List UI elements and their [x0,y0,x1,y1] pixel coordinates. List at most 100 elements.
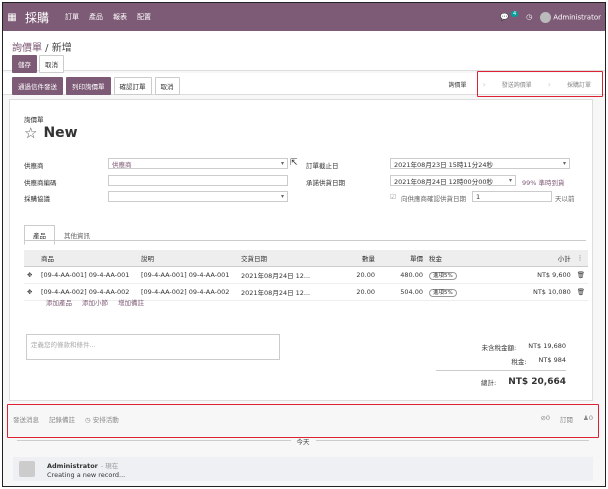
messages-badge: 4 [510,11,519,17]
terms-field[interactable]: 定義您的條款和條件... [26,334,280,360]
ask-confirm-days-value: 1 [476,192,481,201]
drag-handle-icon[interactable]: ✥ [24,283,38,301]
order-deadline-label: 訂單截止日 [306,162,339,170]
receipt-date-value: 2021年08月24日 12時00分00秒 [394,177,493,186]
app-name[interactable]: 採購 [25,9,49,26]
col-price[interactable]: 單價 [378,250,426,267]
ask-confirm-label: 向供應商確認供貨日期 [401,195,466,203]
send-email-button[interactable]: 通過信件發送 [12,77,63,95]
tab-products[interactable]: 產品 [24,225,55,245]
save-button[interactable]: 儲存 [12,55,37,73]
star-icon[interactable]: ☆ [24,124,37,142]
avatar [540,11,552,23]
vendor-value: 供應商 [112,160,132,169]
line-price[interactable]: 480.00 [378,266,426,284]
message-item: Administrator - 現在 Creating a new record.… [13,457,593,481]
trash-icon[interactable]: 🗑 [573,266,588,284]
tax-tag: 進項5% [429,272,457,280]
untaxed-label: 未含稅金額: [481,344,517,352]
line-description[interactable]: [09-4-AA-001] 09-4-AA-001 [138,266,238,284]
line-product[interactable]: [09-4-AA-001] 09-4-AA-001 [38,266,138,284]
control-panel: 詢價單 / 新增 儲存 取消 [3,31,605,73]
col-options-icon[interactable]: ⋮ [573,250,588,267]
message-body: Creating a new record... [47,471,126,479]
confirm-order-button[interactable]: 確認訂單 [113,77,152,95]
col-qty[interactable]: 數量 [324,250,378,267]
line-tax[interactable]: 進項5% [426,266,480,284]
agreement-label: 採購協議 [24,195,50,203]
highlight-box-statusbar [477,71,603,97]
menu-products[interactable]: 產品 [89,12,103,22]
menu-reports[interactable]: 報表 [113,12,127,22]
trash-icon[interactable]: 🗑 [573,283,588,301]
vendor-ref-field[interactable] [108,175,288,186]
avatar [19,461,35,477]
messages-icon[interactable]: 💬 [500,13,509,21]
form-sheet: 詢價單 ☆ New 供應商 供應商 ⇱ 供應商編碼 採購協議 訂單截止日 2021… [9,99,593,401]
line-qty[interactable]: 20.00 [324,266,378,284]
add-line-links: 添加產品 添加小節 增加備註 [46,297,144,307]
add-section-link[interactable]: 添加小節 [82,297,108,307]
doc-type-label: 詢價單 [24,116,44,124]
add-note-link[interactable]: 增加備註 [118,297,144,307]
breadcrumb-parent[interactable]: 詢價單 [12,43,42,54]
ask-confirm-days-field[interactable]: 1 [472,191,552,202]
user-menu[interactable]: Administrator [540,11,601,23]
agreement-field[interactable] [108,191,288,202]
col-handle [24,250,38,267]
status-rfq[interactable]: 詢價單 [441,80,475,89]
ontime-rate[interactable]: 99% 準時到貨 [522,177,565,187]
line-date[interactable]: 2021年08月24日 12... [238,283,324,301]
checkbox-icon[interactable]: ☑ [390,193,396,201]
line-description[interactable]: [09-4-AA-002] 09-4-AA-002 [138,283,238,301]
line-tax[interactable]: 進項5% [426,283,480,301]
add-product-link[interactable]: 添加產品 [46,297,72,307]
message-author[interactable]: Administrator [47,462,98,470]
discard-button[interactable]: 取消 [39,55,64,73]
tax-tag: 進項5% [429,289,457,297]
tab-other-info[interactable]: 其他資訊 [55,225,99,245]
col-date[interactable]: 交貨日期 [238,250,324,267]
vendor-ref-label: 供應商編碼 [24,179,57,187]
line-qty[interactable]: 20.00 [324,283,378,301]
notebook-tabs: 產品 其他資訊 [24,225,99,245]
apps-menu-icon[interactable]: ▦ [3,12,21,23]
menu-config[interactable]: 配置 [137,12,151,22]
top-navbar: ▦ 採購 訂單 產品 報表 配置 💬 4 ◷ Administrator [3,3,605,31]
line-date[interactable]: 2021年08月24日 12... [238,266,324,284]
col-description[interactable]: 說明 [138,250,238,267]
vendor-field[interactable]: 供應商 [108,158,288,169]
order-deadline-field[interactable]: 2021年08月23日 15時11分24秒 [390,158,570,169]
highlight-box-chatter [7,404,599,438]
date-label: 今天 [290,438,316,446]
external-link-icon[interactable]: ⇱ [290,158,298,168]
line-price[interactable]: 504.00 [378,283,426,301]
untaxed-value: NT$ 19,680 [528,342,566,350]
tax-value: NT$ 984 [538,356,566,364]
activity-clock-icon[interactable]: ◷ [526,13,532,21]
tab-divider [24,240,586,241]
line-subtotal: NT$ 10,080 [480,283,574,301]
drag-handle-icon[interactable]: ✥ [24,266,38,284]
table-header: 商品 說明 交貨日期 數量 單價 稅金 小計 ⋮ [24,250,588,267]
user-name: Administrator [553,13,601,21]
record-name: New [43,125,78,141]
line-subtotal: NT$ 9,600 [480,266,574,284]
total-label: 總計: [481,379,497,387]
cancel-button[interactable]: 取消 [154,77,180,95]
print-rfq-button[interactable]: 列印詢價單 [66,77,111,95]
menu-orders[interactable]: 訂單 [65,12,79,22]
receipt-date-label: 承諾供貨日期 [306,179,345,187]
totals-summary: 未含稅金額: NT$ 19,680 稅金: NT$ 984 總計: NT$ 20,66… [436,342,566,391]
col-subtotal[interactable]: 小計 [480,250,574,267]
table-row[interactable]: ✥ [09-4-AA-001] 09-4-AA-001 [09-4-AA-001… [24,266,588,284]
col-tax[interactable]: 稅金 [426,250,480,267]
breadcrumb-current: 新增 [51,43,72,54]
receipt-date-field[interactable]: 2021年08月24日 12時00分00秒 [390,175,516,186]
breadcrumb: 詢價單 / 新增 [12,43,72,54]
order-lines-table: 商品 說明 交貨日期 數量 單價 稅金 小計 ⋮ ✥ [09-4-AA-001]… [24,250,588,301]
col-product[interactable]: 商品 [38,250,138,267]
message-time: - 現在 [100,462,119,470]
tax-label: 稅金: [511,358,527,366]
total-value: NT$ 20,664 [508,377,566,387]
